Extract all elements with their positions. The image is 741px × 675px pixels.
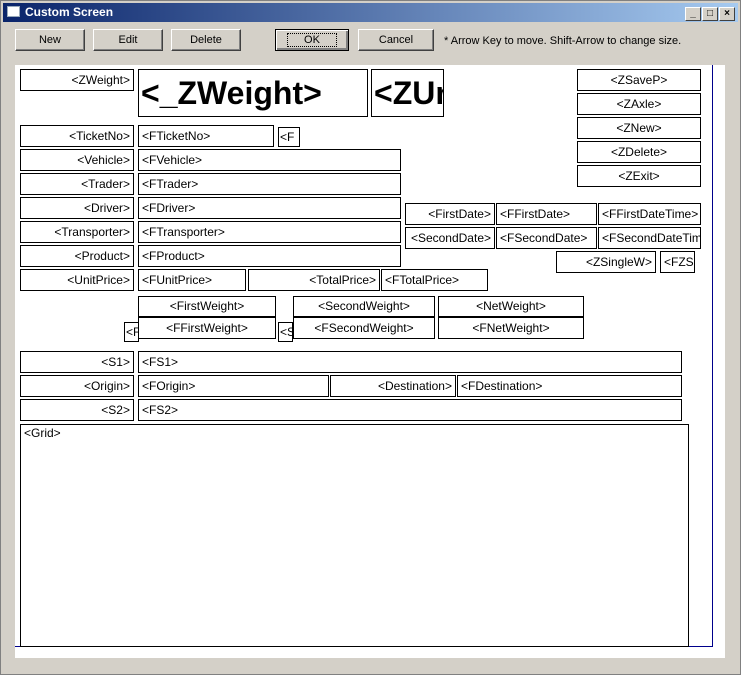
trader-label[interactable]: <Trader> xyxy=(20,173,134,195)
znew-field[interactable]: <ZNew> xyxy=(577,117,701,139)
ffirstdatetime-field[interactable]: <FFirstDateTime> xyxy=(598,203,701,225)
fzs-field[interactable]: <FZS xyxy=(660,251,695,273)
product-label[interactable]: <Product> xyxy=(20,245,134,267)
grid-area[interactable]: <Grid> xyxy=(20,424,689,647)
new-button[interactable]: New xyxy=(15,29,85,51)
ffirstdate-field[interactable]: <FFirstDate> xyxy=(496,203,597,225)
cancel-button[interactable]: Cancel xyxy=(358,29,434,51)
ftrader-field[interactable]: <FTrader> xyxy=(138,173,401,195)
seconddate-label[interactable]: <SecondDate> xyxy=(405,227,495,249)
zsavep-field[interactable]: <ZSaveP> xyxy=(577,69,701,91)
edit-button[interactable]: Edit xyxy=(93,29,163,51)
firstweight-label[interactable]: <FirstWeight> xyxy=(138,296,276,317)
zdelete-field[interactable]: <ZDelete> xyxy=(577,141,701,163)
netweight-label[interactable]: <NetWeight> xyxy=(438,296,584,317)
ftransporter-field[interactable]: <FTransporter> xyxy=(138,221,401,243)
transporter-label[interactable]: <Transporter> xyxy=(20,221,134,243)
zexit-field[interactable]: <ZExit> xyxy=(577,165,701,187)
fs2-field[interactable]: <FS2> xyxy=(138,399,682,421)
fticketno-field[interactable]: <FTicketNo> xyxy=(138,125,274,147)
zweight-display[interactable]: <_ZWeight> xyxy=(138,69,368,117)
ffirstweight-field[interactable]: <FFirstWeight> xyxy=(138,317,276,339)
minimize-icon[interactable]: _ xyxy=(685,7,701,21)
window-title: Custom Screen xyxy=(25,5,114,19)
fsecondweight-field[interactable]: <FSecondWeight> xyxy=(293,317,435,339)
s2-label[interactable]: <S2> xyxy=(20,399,134,421)
ticketno-label[interactable]: <TicketNo> xyxy=(20,125,134,147)
zaxle-field[interactable]: <ZAxle> xyxy=(577,93,701,115)
ftotalprice-field[interactable]: <FTotalPrice> xyxy=(381,269,488,291)
ok-button[interactable]: OK xyxy=(275,29,349,51)
fseconddatetime-field[interactable]: <FSecondDateTime> xyxy=(598,227,701,249)
canvas-right-guide xyxy=(712,65,713,647)
fnetweight-field[interactable]: <FNetWeight> xyxy=(438,317,584,339)
vehicle-label[interactable]: <Vehicle> xyxy=(20,149,134,171)
fvehicle-field[interactable]: <FVehicle> xyxy=(138,149,401,171)
ok-button-label: OK xyxy=(287,33,337,47)
driver-label[interactable]: <Driver> xyxy=(20,197,134,219)
fseconddate-field[interactable]: <FSecondDate> xyxy=(496,227,597,249)
maximize-icon[interactable]: □ xyxy=(702,7,718,21)
funitprice-field[interactable]: <FUnitPrice> xyxy=(138,269,246,291)
zunit-display[interactable]: <ZUnit> xyxy=(371,69,444,117)
f-small-field[interactable]: <F xyxy=(278,127,300,147)
delete-button[interactable]: Delete xyxy=(171,29,241,51)
unitprice-label[interactable]: <UnitPrice> xyxy=(20,269,134,291)
fdestination-field[interactable]: <FDestination> xyxy=(457,375,682,397)
fdriver-field[interactable]: <FDriver> xyxy=(138,197,401,219)
secondweight-label[interactable]: <SecondWeight> xyxy=(293,296,435,317)
fproduct-field[interactable]: <FProduct> xyxy=(138,245,401,267)
fs1-field[interactable]: <FS1> xyxy=(138,351,682,373)
origin-label[interactable]: <Origin> xyxy=(20,375,134,397)
title-bar[interactable]: Custom Screen _ □ × xyxy=(3,3,738,22)
close-icon[interactable]: × xyxy=(719,7,735,21)
forigin-field[interactable]: <FOrigin> xyxy=(138,375,329,397)
tiny-f-field[interactable]: <F xyxy=(124,322,139,342)
move-hint: * Arrow Key to move. Shift-Arrow to chan… xyxy=(444,35,682,47)
firstdate-label[interactable]: <FirstDate> xyxy=(405,203,495,225)
custom-screen-window: Custom Screen _ □ × New Edit Delete OK C… xyxy=(0,0,741,675)
destination-label[interactable]: <Destination> xyxy=(330,375,456,397)
zsinglew-field[interactable]: <ZSingleW> xyxy=(556,251,656,273)
zweight-label[interactable]: <ZWeight> xyxy=(20,69,134,91)
s1-label[interactable]: <S1> xyxy=(20,351,134,373)
window-app-icon xyxy=(7,6,20,17)
tiny-s-field[interactable]: <S xyxy=(278,322,293,342)
totalprice-label[interactable]: <TotalPrice> xyxy=(248,269,380,291)
